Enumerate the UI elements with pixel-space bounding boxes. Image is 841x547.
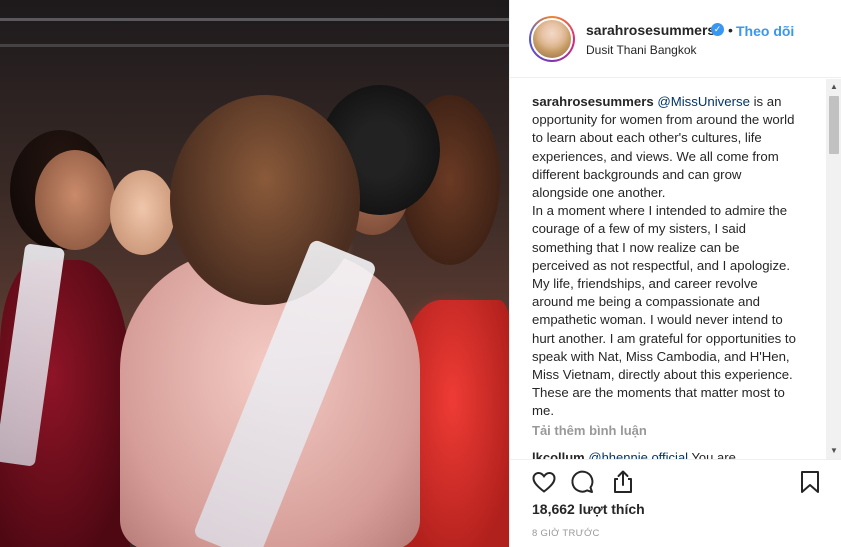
share-icon[interactable] [609,468,637,496]
comment-text: You are [688,450,736,459]
post-timestamp[interactable]: 8 GIỜ TRƯỚC [532,528,600,539]
scroll-up-arrow-icon[interactable]: ▲ [826,79,841,95]
scrollbar-thumb[interactable] [829,96,839,154]
post-photo[interactable] [0,0,509,547]
avatar-image [531,18,573,60]
comments-section: sarahrosesummers @MissUniverse is an opp… [510,79,841,459]
header-username[interactable]: sarahrosesummers [586,22,715,38]
post-caption: sarahrosesummers @MissUniverse is an opp… [532,93,800,421]
comment-mention[interactable]: @hhennie.official [588,450,688,459]
post-actions: 18,662 lượt thích 8 GIỜ TRƯỚC [510,459,841,547]
comments-scrollbar[interactable]: ▲ ▼ [826,79,841,459]
photo-face-left [35,150,115,250]
stage-truss [0,18,509,21]
verified-badge-icon: ✓ [711,23,724,36]
comment-item: lkcollum @hhennie.official You are [532,450,736,459]
follow-button[interactable]: Theo dõi [736,23,794,39]
load-more-comments-button[interactable]: Tải thêm bình luận [532,423,647,438]
caption-text-1: is an opportunity for women from around … [532,94,795,201]
caption-mention[interactable]: @MissUniverse [657,94,750,109]
caption-username[interactable]: sarahrosesummers [532,94,654,109]
comment-username[interactable]: lkcollum [532,450,585,459]
comment-icon[interactable] [568,468,596,496]
caption-paragraph-1: sarahrosesummers @MissUniverse is an opp… [532,93,800,202]
likes-count[interactable]: 18,662 lượt thích [532,501,645,517]
post-sidebar: sarahrosesummers ✓ • Theo dõi Dusit Than… [509,0,841,547]
stage-truss [0,44,509,47]
caption-paragraph-2: In a moment where I intended to admire t… [532,203,796,419]
location-link[interactable]: Dusit Thani Bangkok [586,43,697,57]
header-separator: • [728,22,733,38]
avatar[interactable] [529,16,575,62]
bookmark-icon[interactable] [796,468,824,496]
scroll-down-arrow-icon[interactable]: ▼ [826,443,841,459]
post-header: sarahrosesummers ✓ • Theo dõi Dusit Than… [510,0,841,78]
photo-face-blonde [110,170,175,255]
heart-icon[interactable] [530,468,558,496]
